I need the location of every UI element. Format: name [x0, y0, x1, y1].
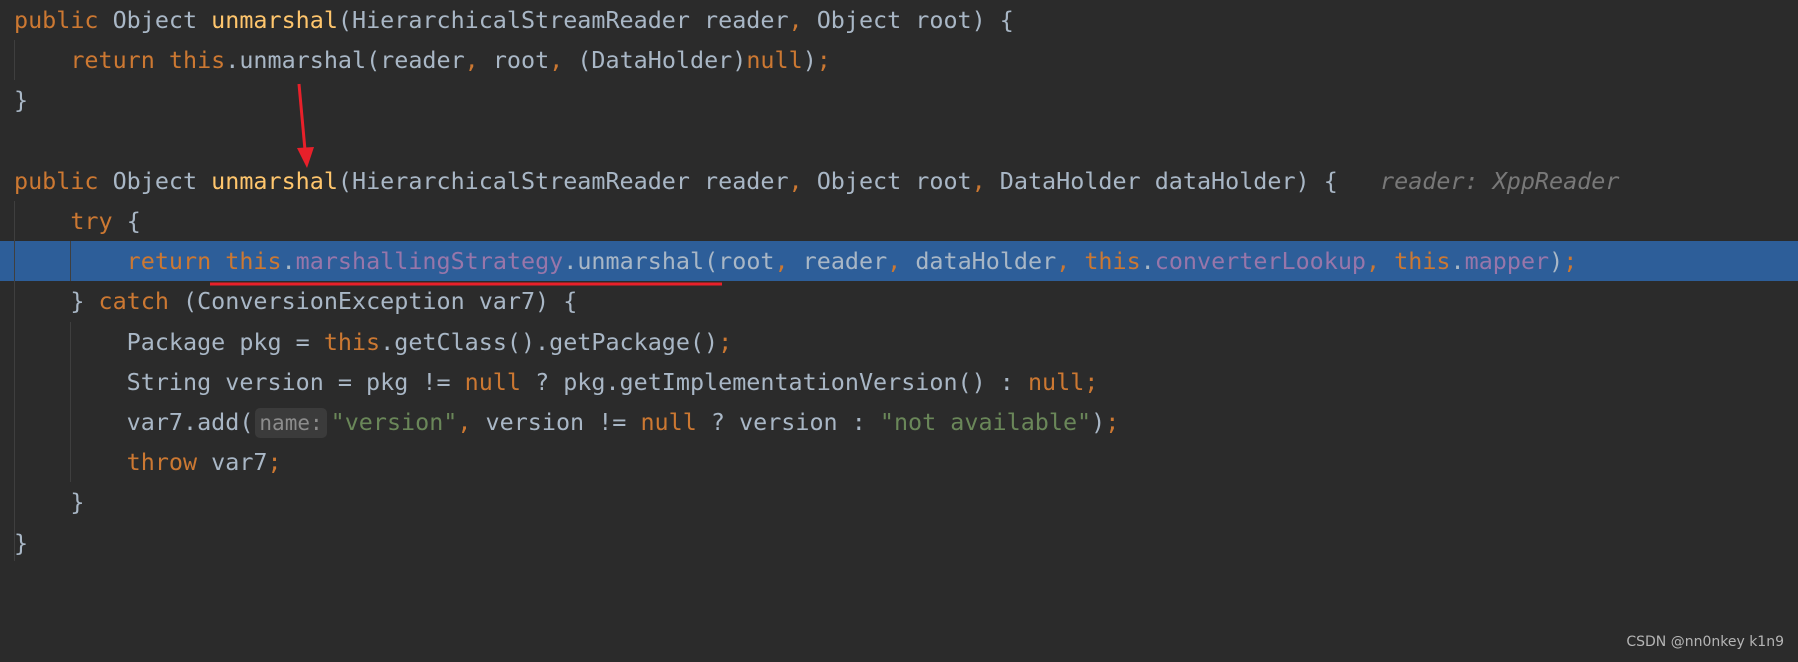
watermark: CSDN @nn0nkey k1n9	[1626, 634, 1784, 650]
annotation-overlay	[210, 83, 722, 286]
red-arrow-head	[297, 147, 314, 168]
red-arrow	[297, 83, 307, 151]
